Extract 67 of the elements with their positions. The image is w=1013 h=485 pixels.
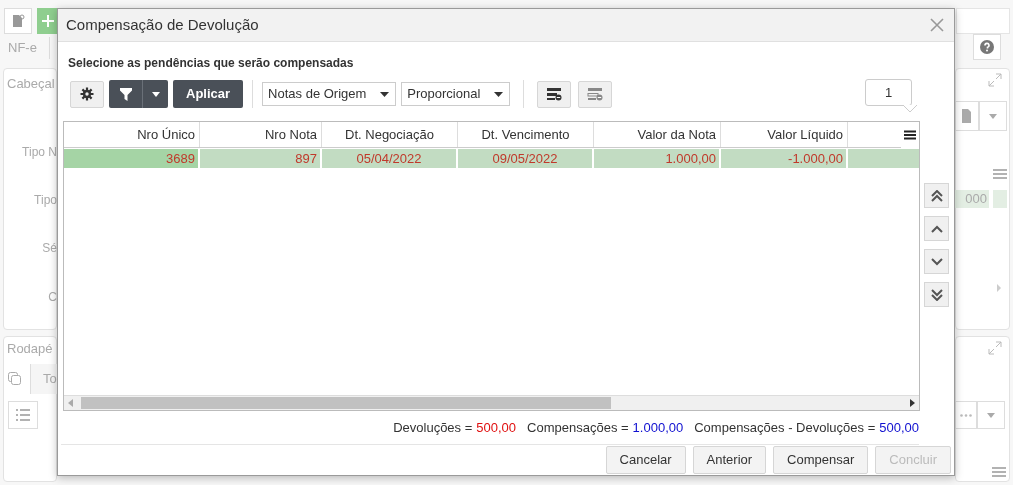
column-header[interactable]: Nro Único bbox=[64, 122, 200, 147]
column-header[interactable]: Dt. Negociação bbox=[322, 122, 458, 147]
table-cell: 000 bbox=[955, 190, 989, 208]
panel-title: Cabeçal bbox=[7, 75, 55, 93]
more-icon[interactable] bbox=[955, 401, 977, 429]
total-value: 500,00 bbox=[476, 418, 517, 437]
scroll-left-icon[interactable] bbox=[68, 399, 73, 407]
filter-button[interactable] bbox=[109, 80, 168, 108]
table-cell: 09/05/2022 bbox=[458, 149, 592, 168]
column-header[interactable]: Valor Líquido bbox=[721, 122, 848, 147]
horizontal-scrollbar[interactable] bbox=[64, 395, 919, 410]
dropdown[interactable]: Notas de Origem bbox=[262, 82, 397, 106]
total-value: 500,00 bbox=[879, 418, 919, 437]
expand-icon[interactable] bbox=[988, 341, 1002, 355]
caret-icon bbox=[380, 91, 390, 97]
total-label: Devoluções = bbox=[393, 418, 473, 437]
page-indicator: 1 bbox=[865, 79, 912, 106]
menu-icon[interactable] bbox=[993, 168, 1007, 180]
settings-icon[interactable] bbox=[70, 80, 104, 108]
menu-icon[interactable] bbox=[992, 466, 1006, 478]
close-icon[interactable] bbox=[930, 18, 944, 32]
table-cell bbox=[993, 190, 1007, 208]
plus-icon bbox=[42, 15, 54, 27]
document-icon[interactable] bbox=[4, 8, 32, 34]
field-label: Tipo N bbox=[22, 144, 57, 161]
table-cell: 1.000,00 bbox=[594, 149, 719, 168]
column-header[interactable]: Valor da Nota bbox=[594, 122, 721, 147]
list-icon[interactable] bbox=[8, 401, 38, 429]
help-icon[interactable] bbox=[973, 34, 1001, 60]
panel-title: Rodapé bbox=[7, 340, 53, 358]
move-up-icon[interactable] bbox=[924, 216, 949, 241]
total-label: Compensações - Devoluções = bbox=[694, 418, 876, 437]
caret-icon bbox=[494, 91, 504, 97]
table-cell bbox=[848, 149, 919, 168]
field-label: C bbox=[48, 289, 57, 306]
field-label: Tipo bbox=[34, 192, 57, 209]
dialog-button[interactable]: Cancelar bbox=[605, 446, 686, 474]
caret-icon[interactable] bbox=[979, 101, 1007, 131]
export-icon[interactable] bbox=[955, 101, 979, 131]
filter-icon bbox=[119, 87, 132, 101]
total-label: Compensações = bbox=[527, 418, 629, 437]
column-header[interactable]: Dt. Vencimento bbox=[458, 122, 594, 147]
table-cell: 05/04/2022 bbox=[322, 149, 456, 168]
dialog-button: Concluir bbox=[875, 446, 951, 474]
table-cell: -1.000,00 bbox=[721, 149, 846, 168]
scroll-right-icon[interactable] bbox=[910, 399, 915, 407]
pointer-icon bbox=[903, 105, 917, 113]
total-value: 1.000,00 bbox=[632, 418, 684, 437]
field-label: Sé bbox=[42, 240, 57, 257]
caret-icon bbox=[151, 91, 160, 97]
dialog-button[interactable]: Anterior bbox=[692, 446, 767, 474]
add-button[interactable] bbox=[37, 8, 59, 34]
dialog-button[interactable]: Compensar bbox=[773, 446, 869, 474]
move-top-icon[interactable] bbox=[924, 183, 949, 208]
table-cell: 897 bbox=[200, 149, 320, 168]
caret-icon[interactable] bbox=[977, 401, 1005, 429]
column-header[interactable]: Nro Nota bbox=[200, 122, 322, 147]
instruction-text: Selecione as pendências que serão compensadas bbox=[68, 55, 355, 70]
dialog-title: Compensação de Devolução bbox=[66, 14, 259, 35]
expand-icon[interactable] bbox=[988, 73, 1002, 87]
remove-row-icon[interactable] bbox=[537, 80, 572, 108]
move-down-icon[interactable] bbox=[924, 249, 949, 274]
dropdown[interactable]: Proporcional bbox=[401, 82, 511, 106]
copy-icon[interactable] bbox=[7, 371, 23, 387]
apply-button[interactable]: Aplicar bbox=[173, 80, 244, 108]
move-bottom-icon[interactable] bbox=[924, 282, 949, 307]
table-cell: 3689 bbox=[64, 149, 198, 168]
